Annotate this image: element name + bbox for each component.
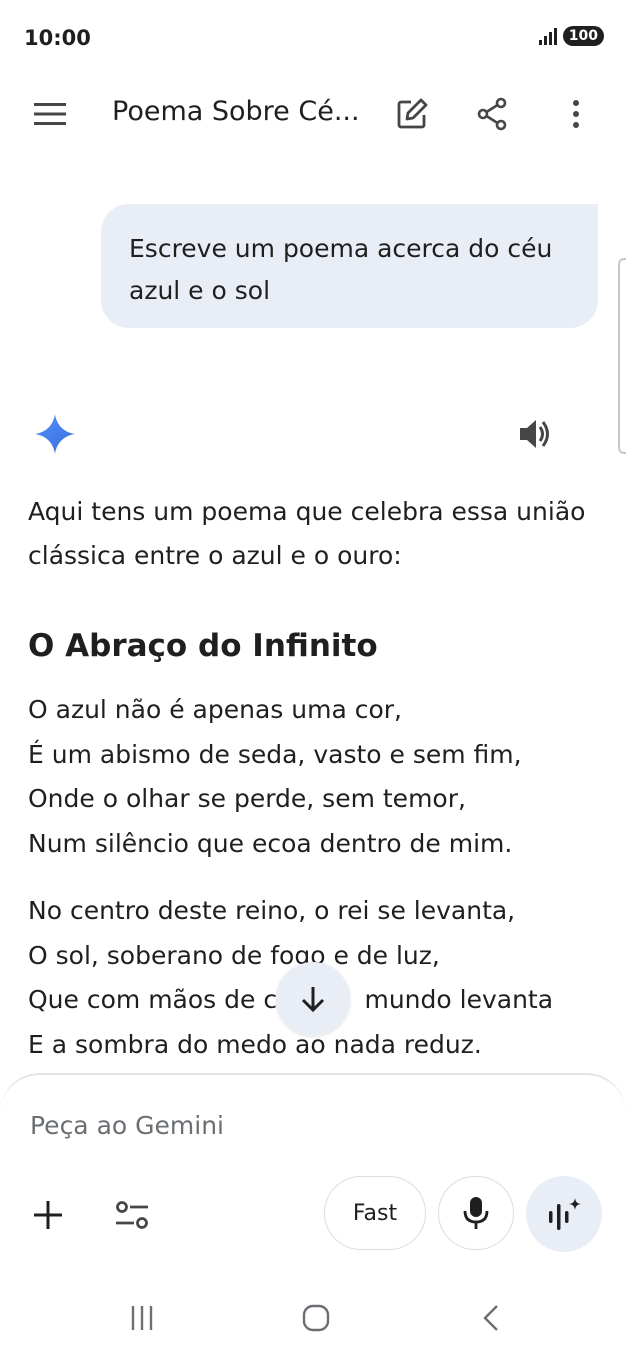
live-waveform-icon [549, 1198, 581, 1230]
microphone-icon [463, 1197, 489, 1229]
edit-icon [397, 98, 428, 129]
home-icon [302, 1304, 330, 1332]
prompt-composer: Fast [0, 1073, 626, 1288]
status-indicators: 100 [538, 26, 604, 46]
plus-icon [34, 1201, 62, 1229]
back-button[interactable] [472, 1298, 512, 1338]
read-aloud-button[interactable] [516, 416, 554, 452]
prompt-input[interactable] [30, 1111, 590, 1140]
poem-line: Num silêncio que ecoa dentro de mim. [28, 828, 513, 858]
microphone-button[interactable] [438, 1176, 514, 1250]
arrow-down-icon [301, 987, 325, 1013]
live-voice-button[interactable] [526, 1176, 602, 1252]
poem-stanza-1: O azul não é apenas uma cor, É um abismo… [28, 688, 608, 866]
add-attachment-button[interactable] [26, 1193, 70, 1237]
response-intro: Aqui tens um poema que celebra essa uniã… [28, 497, 586, 570]
more-options-button[interactable] [554, 92, 598, 136]
scroll-to-bottom-button[interactable] [276, 962, 350, 1036]
status-time: 10:00 [24, 26, 91, 50]
gemini-spark-icon [35, 414, 75, 454]
recents-icon [131, 1306, 153, 1330]
more-vert-icon [573, 100, 579, 128]
menu-button[interactable] [28, 92, 72, 136]
home-button[interactable] [296, 1298, 336, 1338]
battery-badge: 100 [562, 26, 604, 46]
signal-icon [538, 27, 557, 45]
poem-line: Onde o olhar se perde, sem temor, [28, 784, 466, 813]
new-chat-button[interactable] [390, 92, 434, 136]
poem-line: No centro deste reino, o rei se levanta, [28, 896, 516, 925]
speaker-icon [520, 420, 549, 448]
system-navigation-bar [0, 1288, 626, 1358]
chat-title[interactable]: Poema Sobre Cé... [112, 96, 360, 127]
share-button[interactable] [470, 92, 514, 136]
model-mode-button[interactable]: Fast [324, 1176, 426, 1250]
poem-line: É um abismo de seda, vasto e sem fim, [28, 739, 522, 769]
gemini-chat-screen: 10:00 100 Poema Sobre Cé... Escreve um p… [0, 0, 626, 1358]
poem-line: O azul não é apenas uma cor, [28, 695, 402, 724]
menu-icon [34, 103, 66, 125]
back-icon [483, 1305, 498, 1331]
recents-button[interactable] [122, 1298, 162, 1338]
user-message-bubble[interactable]: Escreve um poema acerca do céu azul e o … [101, 204, 598, 328]
tune-icon [116, 1201, 148, 1229]
poem-title: O Abraço do Infinito [28, 628, 378, 664]
scrollbar[interactable] [618, 258, 626, 454]
tools-button[interactable] [108, 1191, 156, 1239]
share-icon [477, 97, 507, 131]
